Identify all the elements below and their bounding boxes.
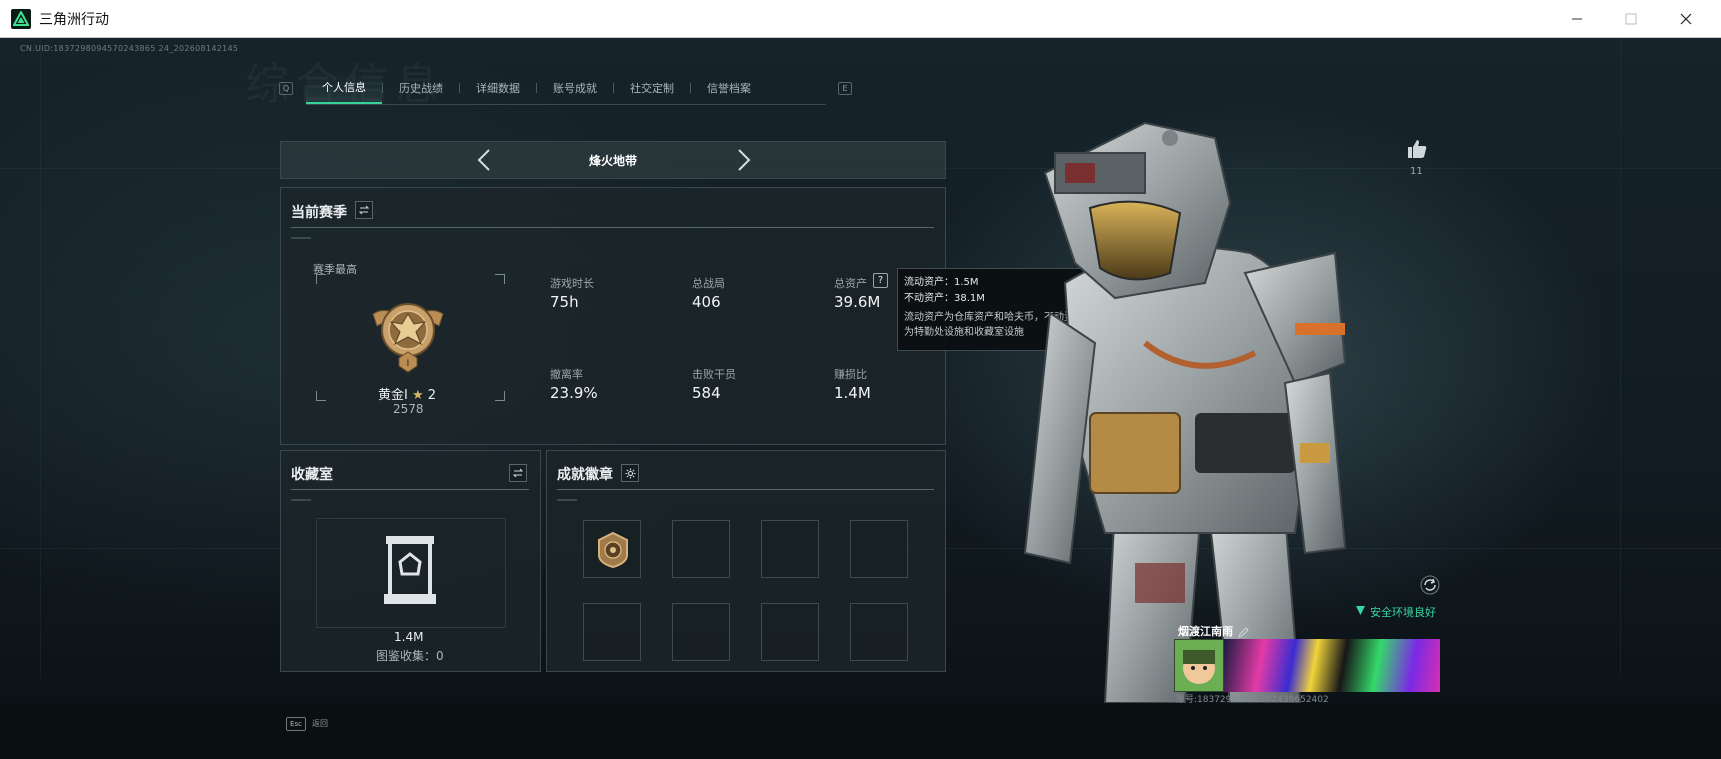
- refresh-icon[interactable]: [1420, 575, 1440, 595]
- season-switch-button[interactable]: [355, 201, 373, 219]
- frame-corner: [316, 274, 326, 284]
- achievement-slot[interactable]: [583, 520, 641, 578]
- like-count: 11: [1410, 166, 1423, 177]
- stat-label: 总资产: [834, 277, 867, 290]
- thumbs-up-icon[interactable]: [1406, 138, 1428, 164]
- back-label: 返回: [312, 719, 328, 728]
- shield-check-icon: [1355, 605, 1366, 619]
- help-icon[interactable]: ?: [873, 273, 888, 288]
- tab-label: 历史战绩: [399, 82, 443, 95]
- gold-rank-badge-icon: I: [369, 292, 447, 380]
- stat-value: 584: [692, 384, 721, 402]
- player-banner: [1224, 639, 1440, 692]
- achievement-slot[interactable]: [761, 603, 819, 661]
- tab-reputation[interactable]: 信誉档案: [691, 72, 767, 104]
- esc-key[interactable]: Esc: [286, 717, 306, 731]
- season-divider: [291, 227, 934, 228]
- minimize-icon[interactable]: [1551, 0, 1603, 38]
- tab-personal-info[interactable]: 个人信息: [306, 72, 382, 104]
- collection-divider: [291, 489, 529, 490]
- safety-status: 安全环境良好: [1355, 604, 1436, 620]
- grid-line: [40, 38, 41, 678]
- decorative-tag: [557, 499, 577, 501]
- rank-stars: 2: [427, 388, 437, 403]
- rank-tier: 黄金I: [378, 388, 408, 403]
- rank-points: 2578: [393, 402, 424, 416]
- collection-switch-button[interactable]: [509, 464, 527, 482]
- tab-label: 详细数据: [476, 82, 520, 95]
- achievement-slot[interactable]: [850, 603, 908, 661]
- maximize-icon[interactable]: [1605, 0, 1657, 38]
- game-viewport: CN.UID:1837298094570243865 24_2026081421…: [0, 38, 1721, 759]
- achievements-title: 成就徽章: [557, 467, 613, 483]
- decorative-tag: [291, 499, 311, 501]
- tab-detailed-data[interactable]: 详细数据: [460, 72, 536, 104]
- mode-selector: 烽火地带: [280, 141, 946, 179]
- grid-line: [1620, 38, 1621, 678]
- achievement-slot[interactable]: [850, 520, 908, 578]
- tab-next-key[interactable]: E: [838, 82, 852, 95]
- decorative-tag: [291, 237, 311, 239]
- stat-label: 游戏时长: [550, 277, 594, 290]
- window-title: 三角洲行动: [39, 11, 109, 28]
- uid-label: CN.UID:1837298094570243865 24_2026081421…: [20, 44, 239, 53]
- game-window: 三角洲行动 CN.UID:1837298094570243865 24_2026…: [0, 0, 1721, 759]
- collection-count: 图鉴收集：0: [376, 649, 444, 663]
- collection-value: 1.4M: [394, 630, 424, 644]
- stat-value: 75h: [550, 293, 579, 311]
- player-avatar[interactable]: [1174, 639, 1224, 692]
- stat-label: 总战局: [692, 277, 725, 290]
- stat-label: 赚损比: [834, 368, 867, 381]
- mode-label: 烽火地带: [588, 153, 637, 168]
- tab-label: 信誉档案: [707, 82, 751, 95]
- stat-label: 撤离率: [550, 368, 583, 381]
- stat-value: 1.4M: [834, 384, 871, 402]
- tab-history[interactable]: 历史战绩: [383, 72, 459, 104]
- achievements-settings-button[interactable]: [621, 464, 639, 482]
- tab-label: 社交定制: [630, 82, 674, 95]
- vault-icon[interactable]: [382, 534, 438, 610]
- frame-corner: [495, 391, 505, 401]
- stat-value: 39.6M: [834, 293, 881, 311]
- tab-bar: 个人信息 历史战绩 详细数据 账号成就 社交定制 信誉档案: [306, 72, 767, 104]
- collection-title: 收藏室: [291, 467, 333, 483]
- stat-value: 23.9%: [550, 384, 598, 402]
- bottom-bar: [0, 703, 1721, 759]
- tabs-underline: [306, 104, 826, 105]
- achievement-slot[interactable]: [761, 520, 819, 578]
- tab-achievements[interactable]: 账号成就: [537, 72, 613, 104]
- achievement-slot[interactable]: [583, 603, 641, 661]
- frame-corner: [495, 274, 505, 284]
- lion-badge-icon: [596, 531, 630, 573]
- frame-corner: [316, 391, 326, 401]
- rank-name: 黄金I ★ 2: [378, 384, 436, 403]
- tab-social[interactable]: 社交定制: [614, 72, 690, 104]
- achievement-slot[interactable]: [672, 520, 730, 578]
- mode-next-button[interactable]: [737, 148, 751, 176]
- stat-label: 击败干员: [692, 368, 736, 381]
- tab-prev-key[interactable]: Q: [279, 82, 293, 95]
- achievements-divider: [557, 489, 934, 490]
- stat-value: 406: [692, 293, 721, 311]
- safety-text: 安全环境良好: [1370, 606, 1436, 619]
- tab-label: 账号成就: [553, 82, 597, 95]
- player-name: 烟渡江南雨: [1178, 625, 1233, 638]
- achievement-slot[interactable]: [672, 603, 730, 661]
- season-title: 当前赛季: [291, 205, 347, 221]
- app-logo-icon: [11, 8, 31, 29]
- tab-label: 个人信息: [322, 81, 366, 94]
- close-icon[interactable]: [1660, 0, 1712, 38]
- title-bar: 三角洲行动: [0, 0, 1721, 38]
- svg-text:I: I: [407, 359, 410, 369]
- mode-prev-button[interactable]: [477, 148, 491, 176]
- player-card[interactable]: 烟渡江南雨: [1172, 621, 1440, 696]
- star-icon: ★: [411, 388, 424, 403]
